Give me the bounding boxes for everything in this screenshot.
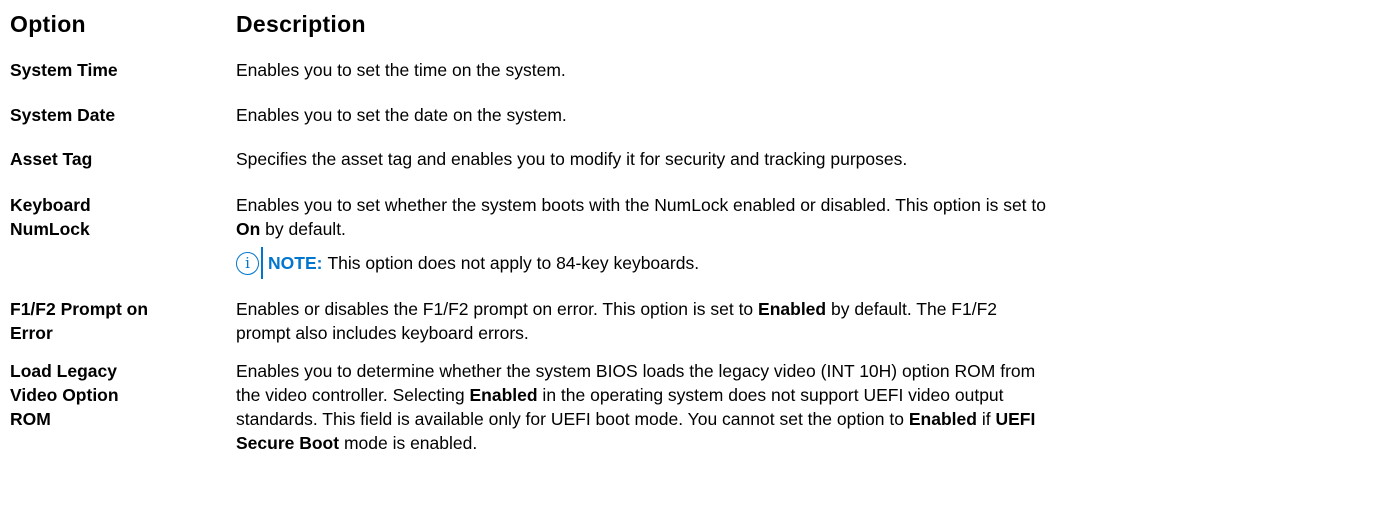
option-name: System Time xyxy=(10,60,118,80)
description-text: the video controller. Selecting xyxy=(236,385,470,405)
table-row-f1f2-prompt: F1/F2 Prompt on Error Enables or disable… xyxy=(0,297,1390,345)
option-name: Asset Tag xyxy=(10,149,93,169)
table-row-system-time: System Time Enables you to set the time … xyxy=(0,58,1390,82)
table-row-asset-tag: Asset Tag Specifies the asset tag and en… xyxy=(0,147,1390,171)
description-line: On by default. xyxy=(236,217,1382,241)
description-text: if xyxy=(976,409,996,429)
description-line: the video controller. Selecting Enabled … xyxy=(236,383,1382,407)
header-option: Option xyxy=(10,10,86,37)
option-description: Specifies the asset tag and enables you … xyxy=(236,149,908,169)
option-description: Enables or disables the F1/F2 prompt on … xyxy=(236,297,1390,345)
option-name-line: Video Option xyxy=(10,385,119,405)
options-table: Option Description System Time Enables y… xyxy=(0,0,1390,455)
option-name: Keyboard NumLock xyxy=(0,193,236,277)
note-text: This option does not apply to 84-key key… xyxy=(327,253,700,273)
description-text: in the operating system does not support… xyxy=(537,385,1004,405)
bold-value: On xyxy=(236,219,261,239)
table-row-system-date: System Date Enables you to set the date … xyxy=(0,103,1390,127)
option-name: Load Legacy Video Option ROM xyxy=(0,359,236,455)
info-icon: i xyxy=(236,251,259,275)
description-text: standards. This field is available only … xyxy=(236,409,909,429)
description-line: prompt also includes keyboard errors. xyxy=(236,323,529,343)
bold-value: Enabled xyxy=(908,409,977,429)
option-name-line: Keyboard xyxy=(10,195,91,215)
description-line: standards. This field is available only … xyxy=(236,407,1382,431)
option-name: System Date xyxy=(10,105,116,125)
description-line: Secure Boot mode is enabled. xyxy=(236,431,1382,455)
description-text: Enables or disables the F1/F2 prompt on … xyxy=(236,299,759,319)
description-line: Enables you to determine whether the sys… xyxy=(236,361,1036,381)
table-header: Option Description xyxy=(0,4,1390,44)
description-text: by default. xyxy=(260,219,346,239)
option-name-line: F1/F2 Prompt on xyxy=(10,299,149,319)
note-label: NOTE: xyxy=(268,253,323,273)
table-row-keyboard-numlock: Keyboard NumLock Enables you to set whet… xyxy=(0,193,1390,279)
note-divider xyxy=(261,247,263,279)
description-line: Enables or disables the F1/F2 prompt on … xyxy=(236,297,1382,321)
description-text: mode is enabled. xyxy=(339,433,478,453)
option-name-line: Error xyxy=(10,323,53,343)
note-callout: i NOTE: This option does not apply to 84… xyxy=(236,247,1382,279)
option-description: Enables you to set whether the system bo… xyxy=(236,193,1390,279)
option-description: Enables you to set the date on the syste… xyxy=(236,105,567,125)
table-row-load-legacy-video: Load Legacy Video Option ROM Enables you… xyxy=(0,359,1390,455)
option-name: F1/F2 Prompt on Error xyxy=(0,297,236,345)
option-description: Enables you to determine whether the sys… xyxy=(236,359,1390,455)
header-description: Description xyxy=(236,10,366,37)
bold-value: Enabled xyxy=(469,385,538,405)
option-name-line: Load Legacy xyxy=(10,361,117,381)
bold-value: UEFI xyxy=(995,409,1036,429)
option-name-line: NumLock xyxy=(10,219,90,239)
option-name-line: ROM xyxy=(10,409,51,429)
option-description: Enables you to set the time on the syste… xyxy=(236,60,566,80)
bold-value: Secure Boot xyxy=(236,433,340,453)
description-line: Enables you to set whether the system bo… xyxy=(236,195,1046,215)
bold-value: Enabled xyxy=(758,299,827,319)
description-text: by default. The F1/F2 xyxy=(826,299,997,319)
